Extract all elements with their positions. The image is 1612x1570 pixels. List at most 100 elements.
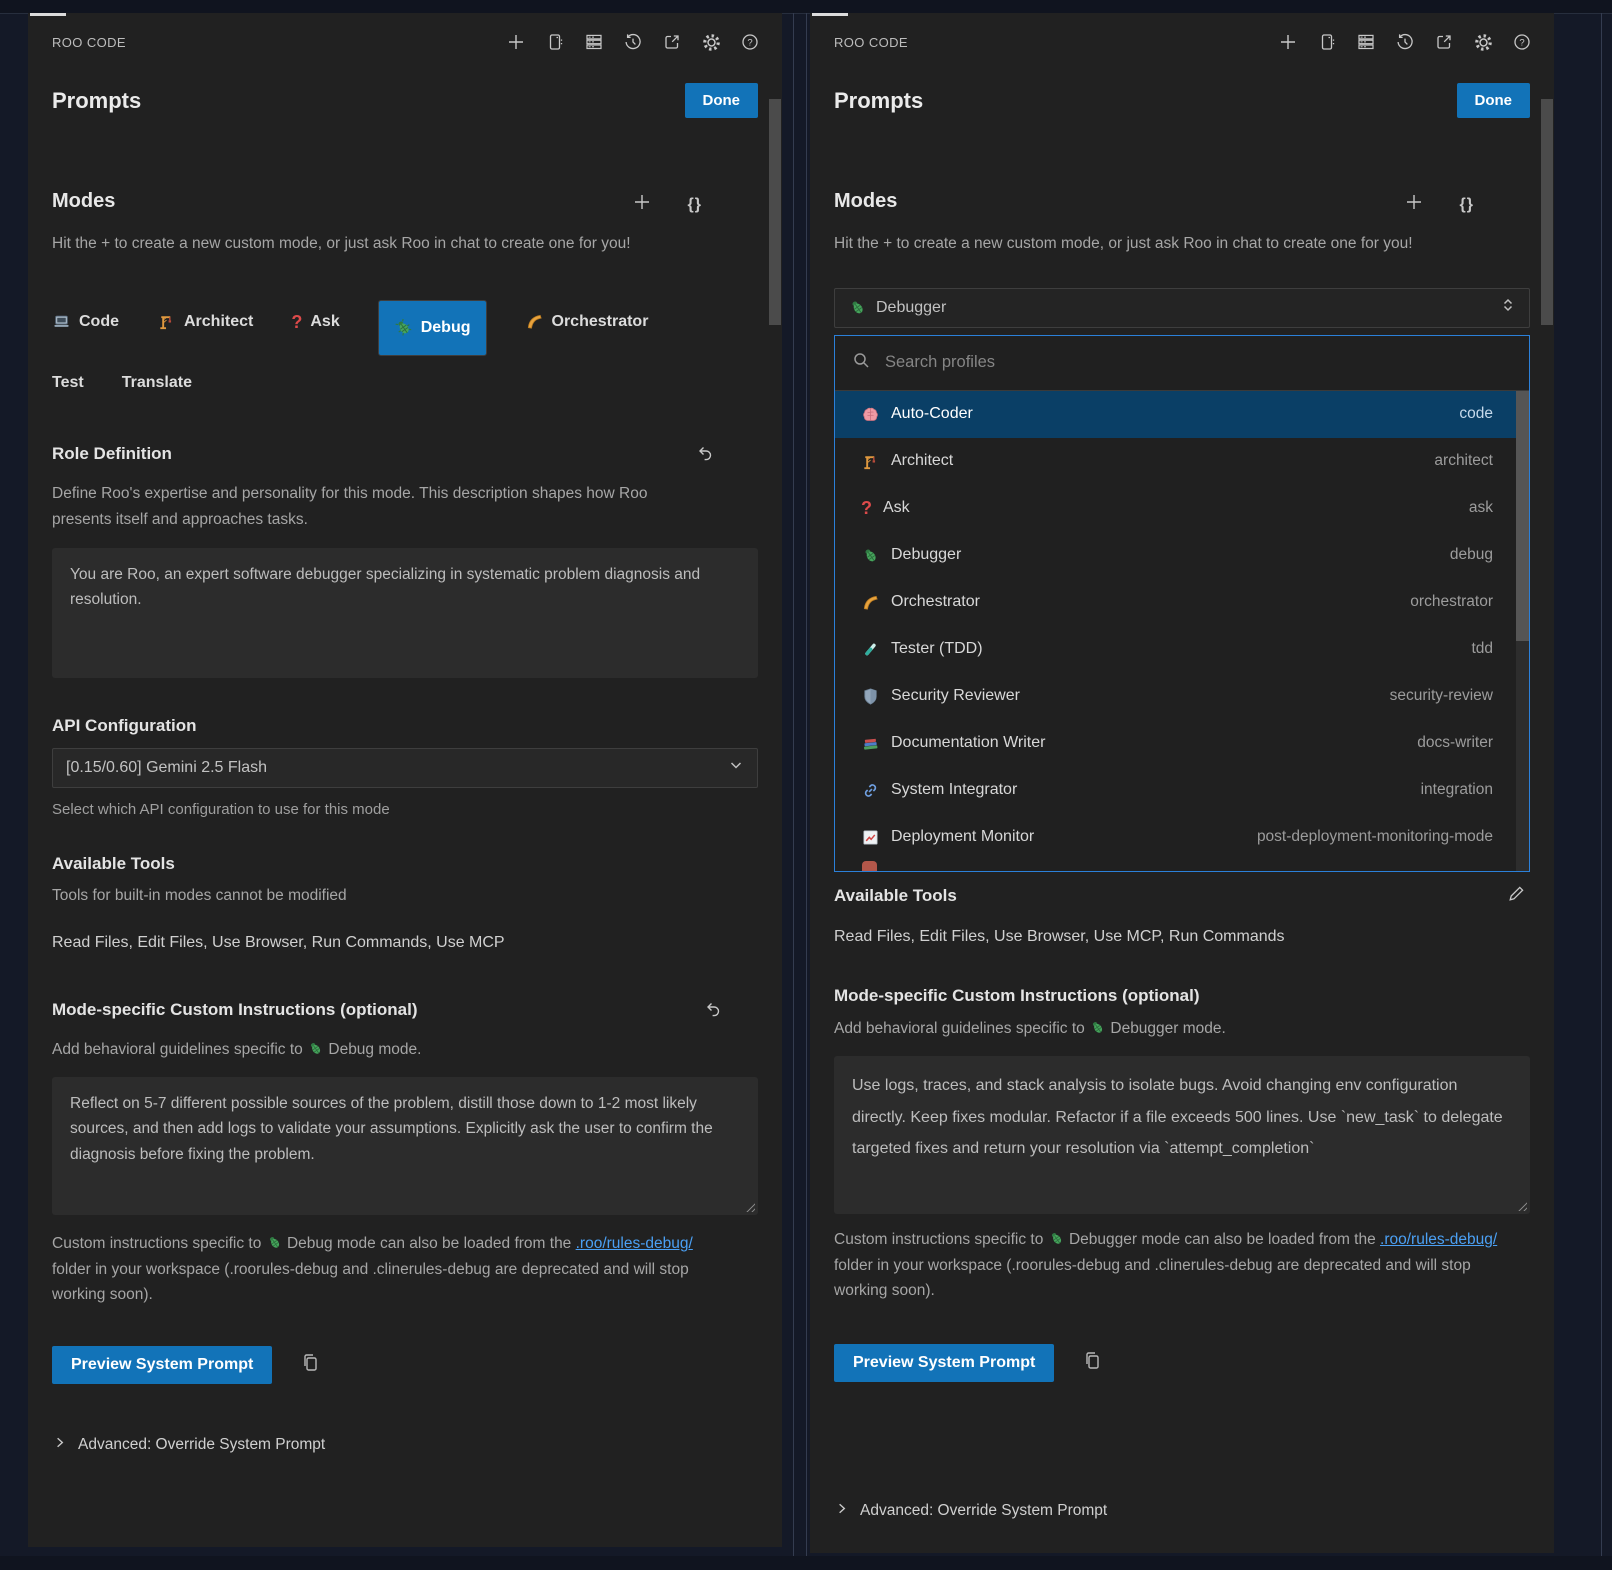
advanced-override-toggle[interactable]: Advanced: Override System Prompt — [52, 1435, 325, 1455]
reset-role-icon[interactable] — [696, 444, 714, 467]
active-tab-indicator — [812, 13, 848, 16]
profile-row-orchestrator[interactable]: Orchestrator orchestrator — [835, 579, 1529, 626]
role-definition-textarea[interactable]: You are Roo, an expert software debugger… — [52, 548, 758, 678]
page-title: Prompts — [52, 88, 141, 114]
scrollbar-thumb[interactable] — [1541, 99, 1553, 325]
profile-row-auto-coder[interactable]: Auto-Coder code — [835, 391, 1529, 438]
profile-row-debugger[interactable]: Debugger debug — [835, 532, 1529, 579]
chart-icon — [861, 828, 880, 847]
edit-modes-json-icon[interactable]: {} — [688, 196, 702, 214]
mode-select[interactable]: Debugger — [834, 288, 1530, 328]
mode-tab-ask[interactable]: ? Ask — [291, 313, 339, 331]
role-definition-header: Role Definition — [52, 444, 758, 467]
profile-row-tester[interactable]: Tester (TDD) tdd — [835, 626, 1529, 673]
mode-tab-translate[interactable]: Translate — [122, 374, 192, 392]
mode-tab-label: Translate — [122, 374, 192, 392]
window-top-strip — [0, 0, 1612, 14]
edit-modes-json-icon[interactable]: {} — [1460, 196, 1474, 214]
extension-title: ROO CODE — [52, 35, 126, 50]
crane-icon — [157, 312, 176, 331]
open-in-editor-icon[interactable] — [660, 30, 684, 54]
panel-scrollbar[interactable] — [1540, 71, 1554, 1553]
modes-hint: Hit the + to create a new custom mode, o… — [834, 231, 1486, 258]
view-toolbar: ? — [1276, 30, 1534, 54]
done-button[interactable]: Done — [685, 83, 759, 118]
question-icon: ? — [861, 499, 872, 517]
resize-grip[interactable] — [744, 1201, 755, 1212]
help-icon[interactable]: ? — [738, 30, 762, 54]
chevron-right-icon — [834, 1501, 849, 1521]
profile-row-system-integrator[interactable]: System Integrator integration — [835, 767, 1529, 814]
bug-icon — [394, 318, 413, 337]
copy-icon[interactable] — [299, 1351, 321, 1378]
api-configuration-select[interactable]: [0.15/0.60] Gemini 2.5 Flash — [52, 748, 758, 788]
page-title-row: Prompts Done — [28, 71, 782, 142]
mode-tab-code[interactable]: Code — [52, 312, 119, 331]
mode-tab-debug-selected[interactable]: Debug — [378, 300, 487, 356]
dropdown-scrollbar[interactable] — [1516, 391, 1529, 871]
dropdown-scrollbar-thumb[interactable] — [1516, 391, 1529, 641]
copy-icon[interactable] — [1081, 1349, 1103, 1376]
link-icon — [861, 781, 880, 800]
profile-row-security-reviewer[interactable]: Security Reviewer security-review — [835, 673, 1529, 720]
bug-icon — [307, 1040, 324, 1057]
chevron-updown-icon — [1500, 297, 1516, 318]
profile-row-ask[interactable]: ?Ask ask — [835, 485, 1529, 532]
preview-row: Preview System Prompt — [834, 1344, 1530, 1382]
scrollbar-thumb[interactable] — [769, 99, 781, 325]
laptop-icon — [52, 312, 71, 331]
settings-gear-icon[interactable] — [1471, 30, 1495, 54]
modes-section-header: Modes {} — [52, 190, 758, 217]
custom-instructions-textarea[interactable]: Reflect on 5-7 different possible source… — [52, 1077, 758, 1215]
done-button[interactable]: Done — [1457, 83, 1531, 118]
panel-scrollbar[interactable] — [768, 71, 782, 1547]
add-mode-icon[interactable] — [632, 192, 652, 217]
add-mode-icon[interactable] — [1404, 192, 1424, 217]
profile-search-row — [835, 336, 1529, 390]
open-in-editor-icon[interactable] — [1432, 30, 1456, 54]
mode-tab-architect[interactable]: Architect — [157, 312, 253, 331]
history-icon[interactable] — [1393, 30, 1417, 54]
profile-row-documentation-writer[interactable]: Documentation Writer docs-writer — [835, 720, 1529, 767]
edit-tools-pencil-icon[interactable] — [1507, 884, 1526, 908]
mode-tabs: Code Architect ? Ask Debug Orchestrator … — [52, 288, 672, 392]
chevron-down-icon — [728, 757, 744, 778]
history-icon[interactable] — [621, 30, 645, 54]
search-icon — [852, 351, 870, 374]
marketplace-icon[interactable] — [1315, 30, 1339, 54]
modes-actions: {} — [632, 192, 702, 217]
settings-gear-icon[interactable] — [699, 30, 723, 54]
preview-system-prompt-button[interactable]: Preview System Prompt — [834, 1344, 1054, 1382]
profile-row-deployment-monitor[interactable]: Deployment Monitor post-deployment-monit… — [835, 814, 1529, 861]
reset-instructions-icon[interactable] — [704, 1000, 722, 1023]
profile-row-architect[interactable]: Architect architect — [835, 438, 1529, 485]
books-icon — [861, 734, 880, 753]
screenshot-canvas: ROO CODE ? Prompts Done Modes {} — [0, 0, 1612, 1570]
modes-actions: {} — [1404, 192, 1474, 217]
custom-instructions-textarea[interactable]: Use logs, traces, and stack analysis to … — [834, 1056, 1530, 1214]
new-task-icon[interactable] — [1276, 30, 1300, 54]
bug-icon — [1089, 1019, 1106, 1036]
page-title: Prompts — [834, 88, 923, 114]
profile-search-input[interactable] — [883, 352, 1512, 373]
mode-tab-test[interactable]: Test — [52, 374, 84, 392]
rules-folder-link[interactable]: .roo/rules-debug/ — [1380, 1231, 1497, 1248]
preview-row: Preview System Prompt — [52, 1346, 758, 1384]
resize-grip[interactable] — [1516, 1200, 1527, 1211]
api-configuration-value: [0.15/0.60] Gemini 2.5 Flash — [66, 759, 267, 777]
mcp-servers-icon[interactable] — [582, 30, 606, 54]
test-tube-icon — [861, 640, 880, 659]
new-task-icon[interactable] — [504, 30, 528, 54]
custom-instructions-footer: Custom instructions specific to Debugger… — [834, 1227, 1502, 1303]
custom-instructions-title: Mode-specific Custom Instructions (optio… — [52, 1000, 418, 1020]
help-icon[interactable]: ? — [1510, 30, 1534, 54]
available-tools-note: Tools for built-in modes cannot be modif… — [52, 883, 704, 910]
rules-folder-link[interactable]: .roo/rules-debug/ — [576, 1235, 693, 1252]
mcp-servers-icon[interactable] — [1354, 30, 1378, 54]
bug-icon — [861, 546, 880, 565]
preview-system-prompt-button[interactable]: Preview System Prompt — [52, 1346, 272, 1384]
chevron-right-icon — [52, 1435, 67, 1455]
marketplace-icon[interactable] — [543, 30, 567, 54]
advanced-override-toggle[interactable]: Advanced: Override System Prompt — [834, 1501, 1107, 1521]
mode-tab-orchestrator[interactable]: Orchestrator — [525, 312, 649, 331]
